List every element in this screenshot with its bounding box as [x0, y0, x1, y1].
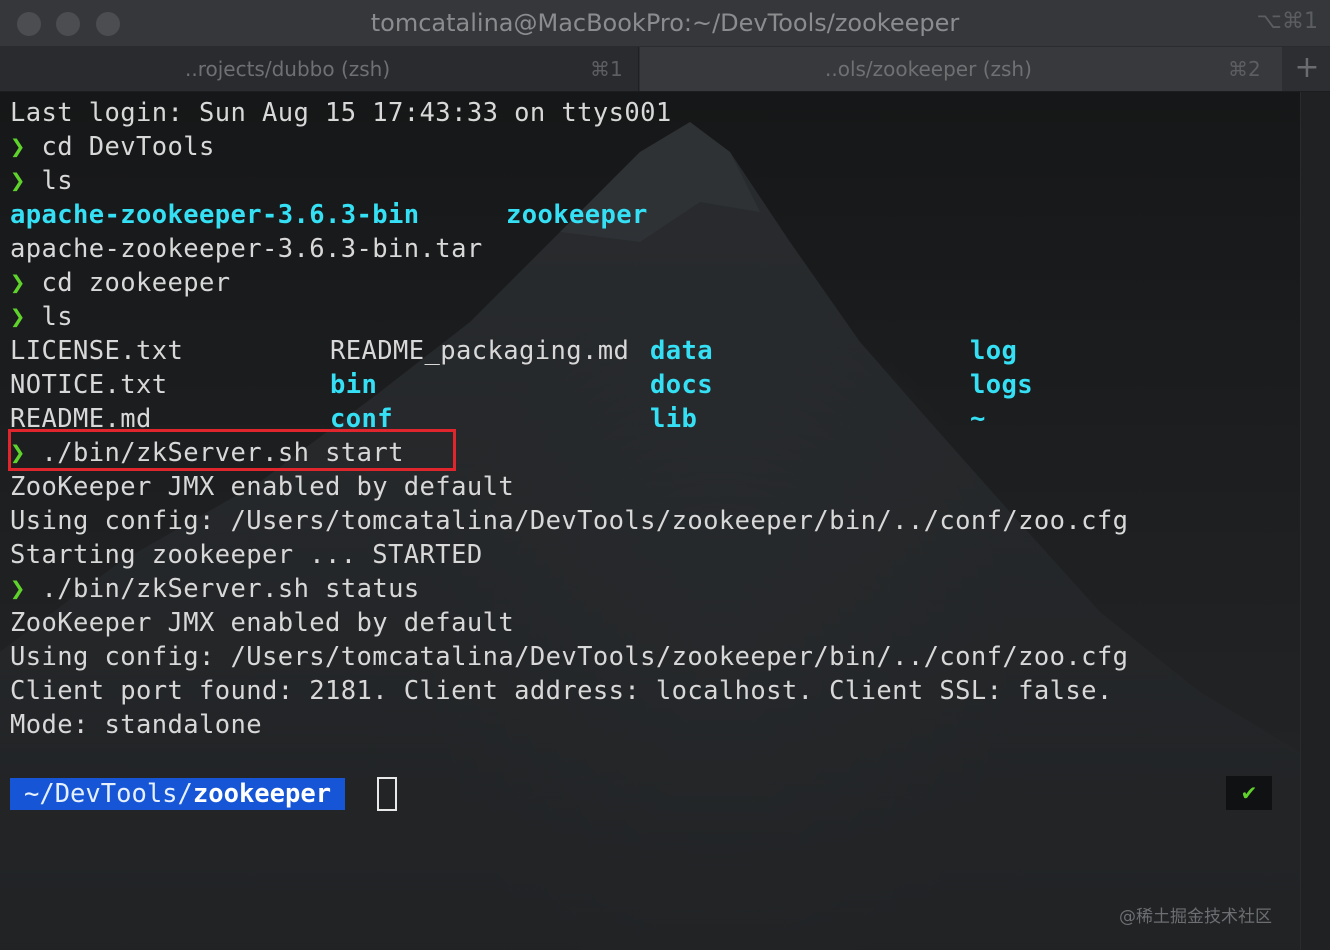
- command-line: ❯ ls: [10, 164, 73, 198]
- prompt-icon: ❯: [10, 166, 26, 196]
- check-icon: ✔: [1226, 776, 1272, 810]
- dir-entry: lib: [650, 404, 698, 434]
- tab-label: ..rojects/dubbo (zsh): [185, 57, 391, 81]
- prompt-icon: ❯: [10, 574, 26, 604]
- highlight-annotation: [8, 429, 456, 471]
- dir-entry: data: [650, 336, 714, 366]
- cwd-prompt-segment: ~/DevTools/zookeeper: [10, 778, 346, 810]
- output-line: ZooKeeper JMX enabled by default: [10, 608, 515, 638]
- command-text: ./bin/zkServer.sh status: [41, 574, 420, 604]
- window-shortcut: ⌥⌘1: [1256, 9, 1318, 34]
- dir-entry: bin: [330, 370, 378, 400]
- ls-output-line: NOTICE.txt bin docs logs: [10, 368, 1110, 402]
- ls-output-line: apache-zookeeper-3.6.3-bin zookeeper: [10, 198, 910, 232]
- dir-entry: logs: [970, 370, 1034, 400]
- prompt-icon: ❯: [10, 302, 26, 332]
- output-line: ZooKeeper JMX enabled by default: [10, 472, 515, 502]
- tab-zookeeper[interactable]: ..ols/zookeeper (zsh) ⌘2: [640, 47, 1282, 91]
- ls-output-line: apache-zookeeper-3.6.3-bin.tar: [10, 234, 483, 264]
- command-text: cd DevTools: [41, 132, 215, 162]
- file-entry: README_packaging.md: [330, 336, 630, 366]
- file-entry: LICENSE.txt: [10, 336, 184, 366]
- output-line: Mode: standalone: [10, 710, 263, 740]
- text-cursor[interactable]: [377, 777, 397, 811]
- command-text: cd zookeeper: [41, 268, 231, 298]
- command-text: ls: [41, 166, 74, 196]
- command-line: ❯ cd DevTools: [10, 130, 215, 164]
- dir-entry: ~: [970, 404, 986, 434]
- title-bar: tomcatalina@MacBookPro:~/DevTools/zookee…: [0, 0, 1330, 47]
- dir-entry: zookeeper: [506, 200, 648, 230]
- tab-shortcut: ⌘1: [590, 57, 623, 81]
- prompt-icon: ❯: [10, 268, 26, 298]
- cwd-prefix: ~/DevTools/: [24, 779, 193, 809]
- command-line: ❯ ls: [10, 300, 73, 334]
- output-line: Using config: /Users/tomcatalina/DevTool…: [10, 506, 1129, 536]
- cwd-current: zookeeper: [192, 779, 332, 809]
- output-line: Client port found: 2181. Client address:…: [10, 676, 1113, 706]
- tab-shortcut: ⌘2: [1228, 57, 1261, 81]
- file-entry: NOTICE.txt: [10, 370, 168, 400]
- window-title: tomcatalina@MacBookPro:~/DevTools/zookee…: [370, 9, 960, 37]
- tab-bar: ..rojects/dubbo (zsh) ⌘1 ..ols/zookeeper…: [0, 47, 1330, 91]
- ls-output-line: LICENSE.txt README_packaging.md data log: [10, 334, 1110, 368]
- watermark: @稀土掘金技术社区: [1119, 907, 1272, 927]
- terminal-output[interactable]: Last login: Sun Aug 15 17:43:33 on ttys0…: [0, 92, 1300, 950]
- command-line: ❯ ./bin/zkServer.sh status: [10, 572, 420, 606]
- tab-dubbo[interactable]: ..rojects/dubbo (zsh) ⌘1: [0, 47, 639, 91]
- command-text: ls: [41, 302, 74, 332]
- dir-entry: docs: [650, 370, 714, 400]
- terminal-window: tomcatalina@MacBookPro:~/DevTools/zookee…: [0, 0, 1330, 950]
- dir-entry: apache-zookeeper-3.6.3-bin: [10, 200, 420, 230]
- last-login-line: Last login: Sun Aug 15 17:43:33 on ttys0…: [10, 98, 672, 128]
- dir-entry: log: [970, 336, 1018, 366]
- scrollbar[interactable]: [1300, 92, 1330, 950]
- command-line: ❯ cd zookeeper: [10, 266, 231, 300]
- new-tab-button[interactable]: +: [1284, 47, 1330, 91]
- output-line: Starting zookeeper ... STARTED: [10, 540, 483, 570]
- prompt-icon: ❯: [10, 132, 26, 162]
- output-line: Using config: /Users/tomcatalina/DevTool…: [10, 642, 1129, 672]
- tab-label: ..ols/zookeeper (zsh): [825, 57, 1032, 81]
